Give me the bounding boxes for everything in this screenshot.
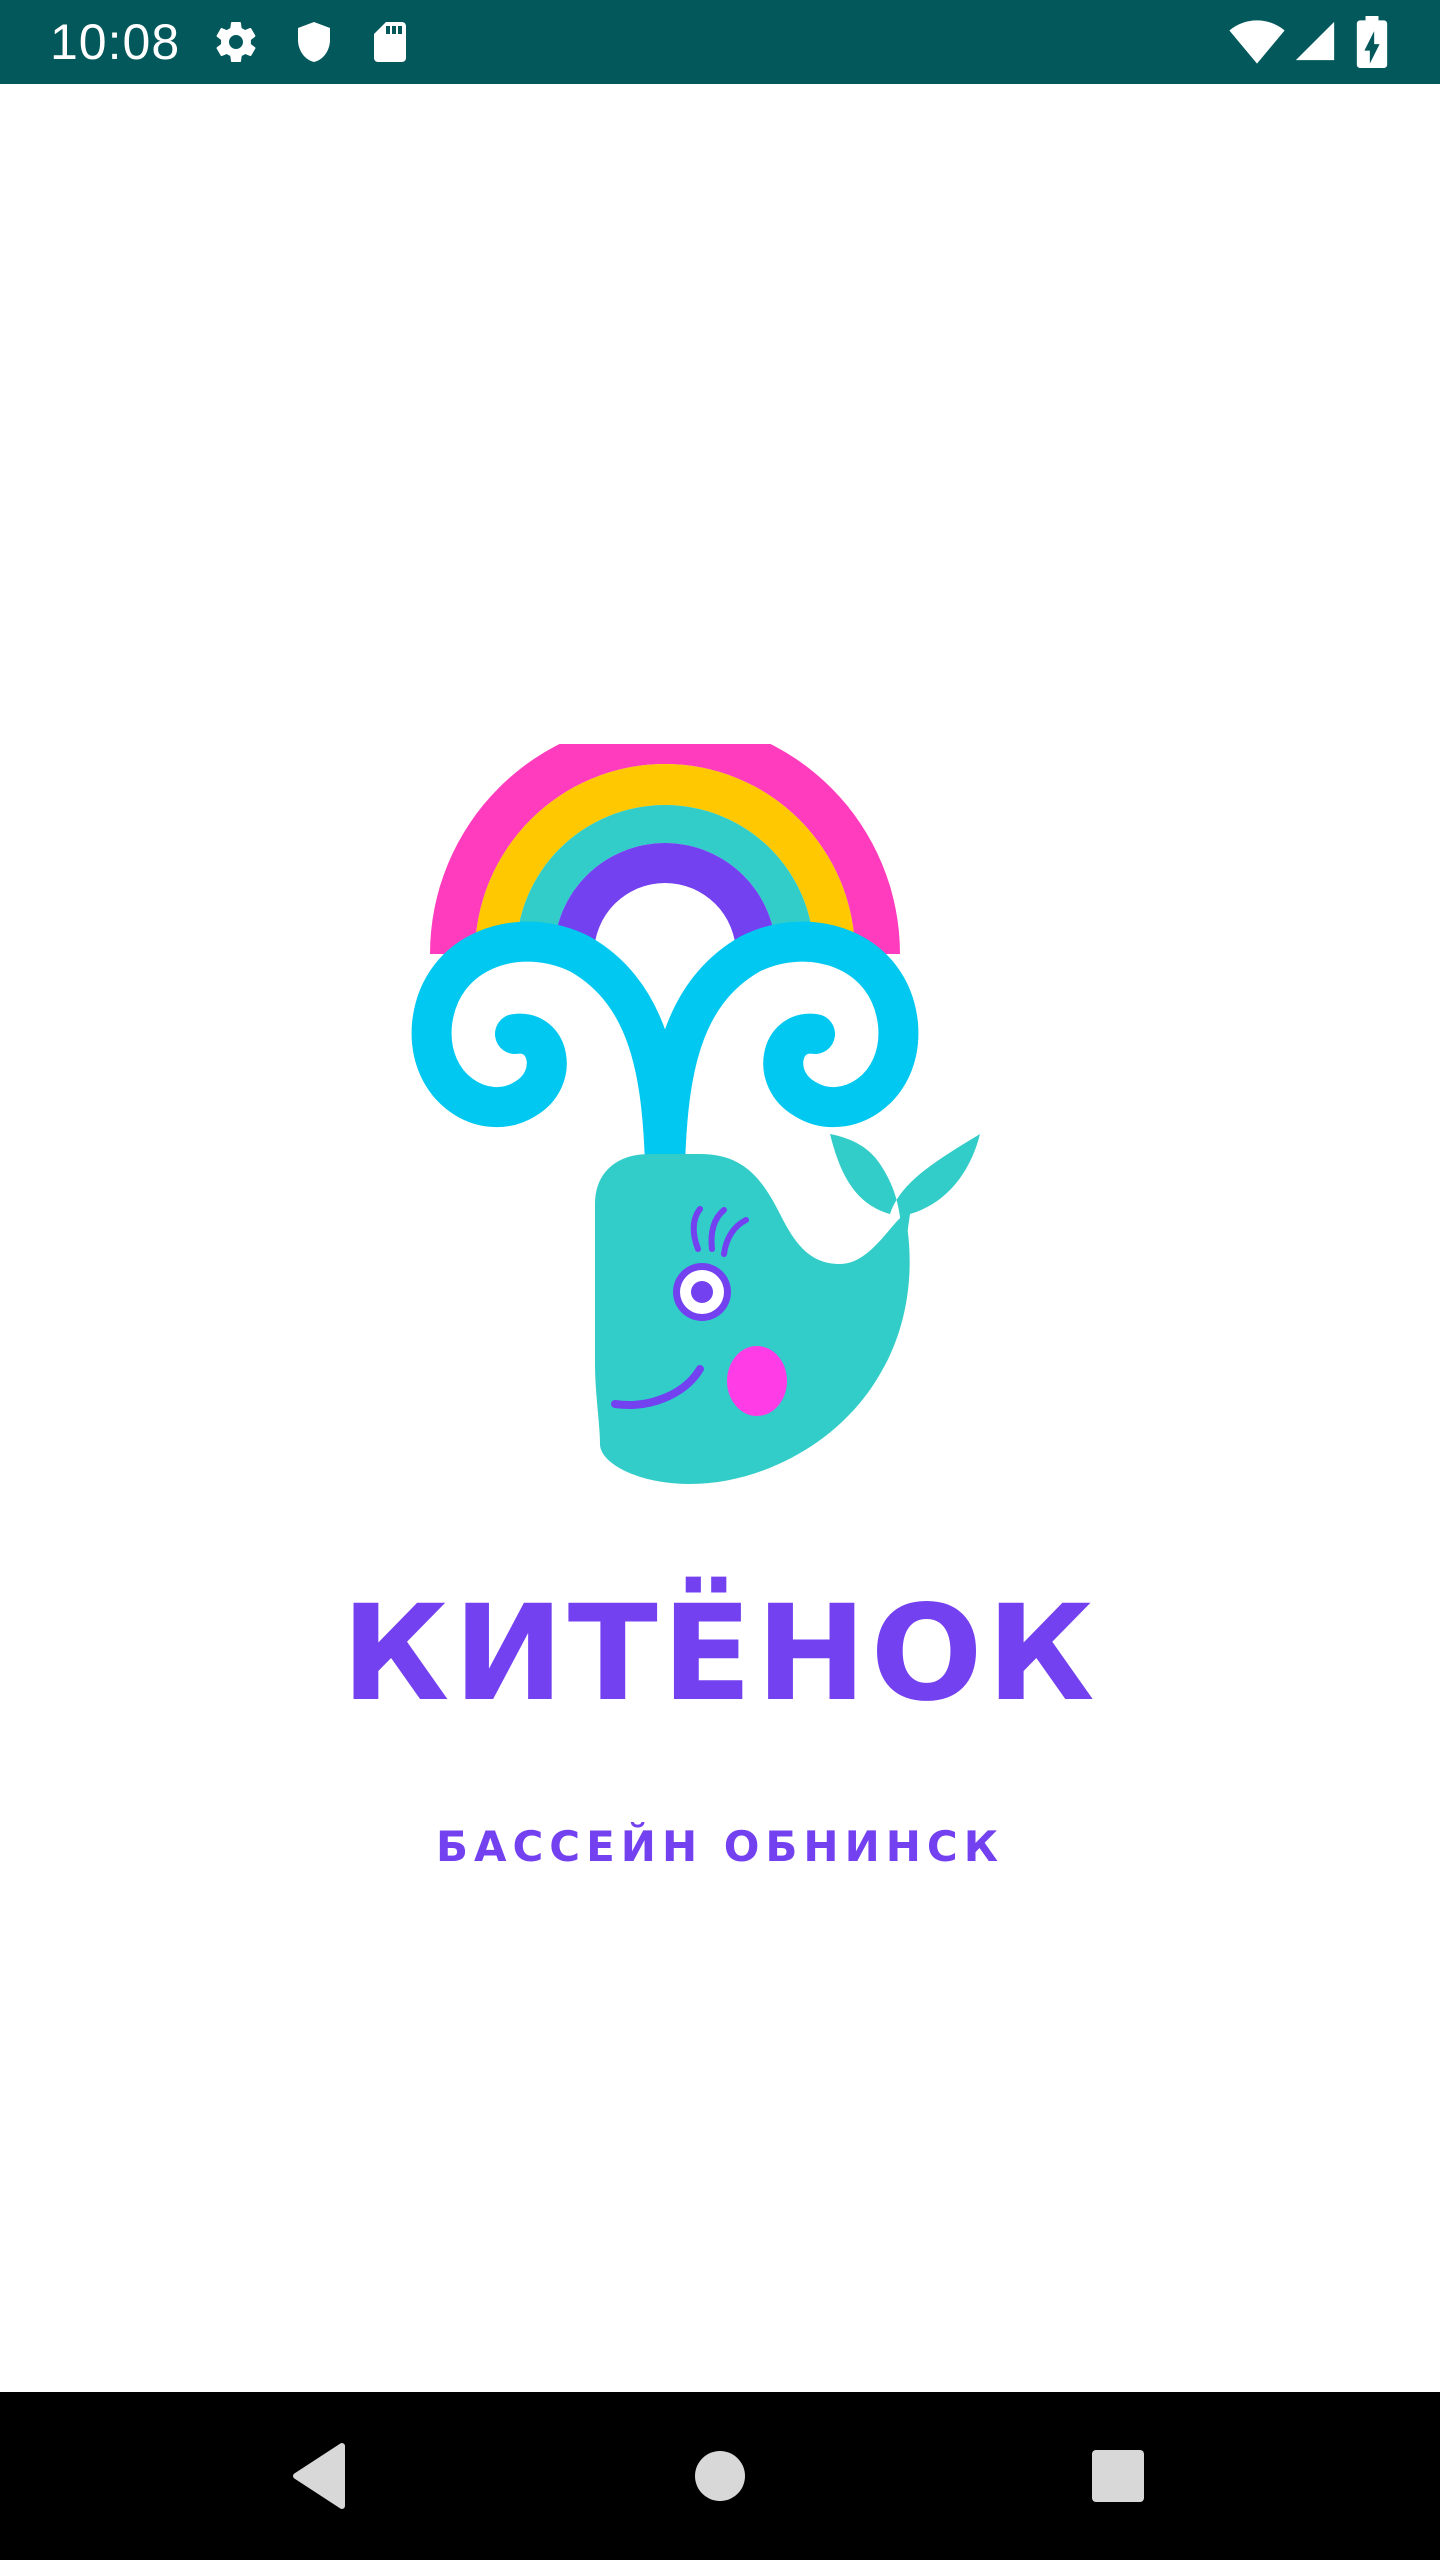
- recents-icon[interactable]: [1068, 2426, 1168, 2526]
- status-bar: 10:08: [0, 0, 1440, 84]
- navigation-bar: [0, 2392, 1440, 2560]
- battery-charging-icon: [1356, 16, 1388, 68]
- sd-card-icon: [374, 22, 406, 62]
- brand-title: КИТЁНОК: [341, 1577, 1099, 1731]
- shield-icon: [298, 22, 330, 62]
- splash-content: КИТЁНОК БАССЕЙН ОБНИНСК: [0, 84, 1440, 2392]
- gear-icon: [216, 22, 256, 63]
- cell-signal-icon: [1295, 21, 1335, 61]
- water-spout-icon: [411, 921, 919, 1184]
- rainbow-icon: [430, 744, 900, 954]
- whale-logo: [411, 744, 980, 1484]
- splash-screen: 10:08 КИТЁНОК БАССЕЙН ОБНИНСК: [0, 0, 1440, 2560]
- status-time: 10:08: [50, 14, 181, 70]
- whale-icon: [595, 1134, 980, 1484]
- brand-subtitle: БАССЕЙН ОБНИНСК: [435, 1822, 1005, 1871]
- back-icon[interactable]: [270, 2426, 370, 2526]
- home-icon[interactable]: [670, 2426, 770, 2526]
- wifi-icon: [1229, 20, 1285, 64]
